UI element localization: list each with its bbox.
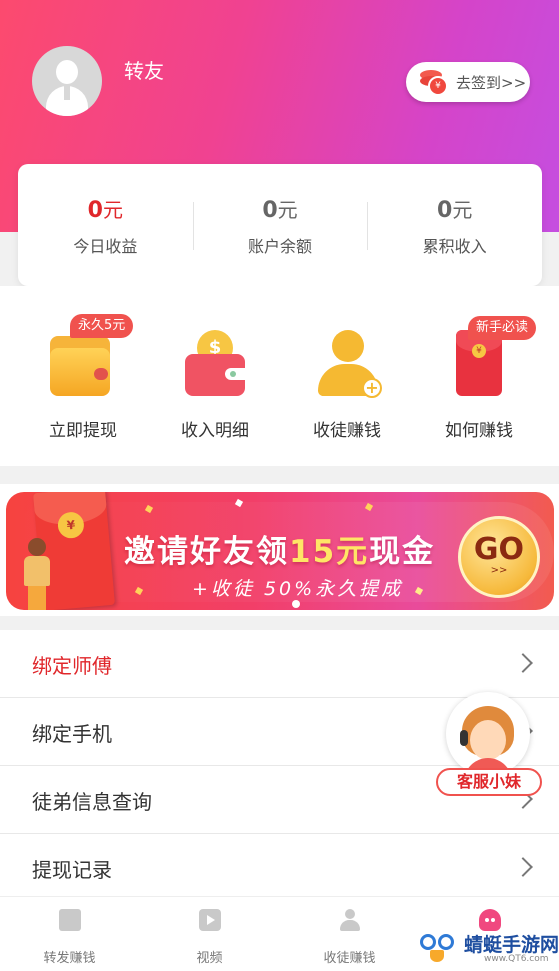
watermark-url: www.QT6.com [484,954,549,964]
nav-label: 转发赚钱 [43,951,96,966]
menu-label: 绑定师傅 [32,654,112,678]
nav-label: 收徒赚钱 [323,951,376,966]
add-disciple-icon: + [318,330,384,398]
avatar[interactable] [32,46,102,116]
watermark-text: 蜻蜓手游网 [464,934,559,956]
nav-share-earn[interactable]: 转发赚钱 [0,897,139,971]
earnings-card: 0元 今日收益 0元 账户余额 0元 累积收入 [18,164,542,286]
chevron-right-icon [513,857,533,877]
badge-permanent: 永久5元 [70,314,134,338]
coins-icon: ¥ [420,70,450,96]
checkin-label: 去签到>> [456,73,527,92]
badge-newbie: 新手必读 [468,316,537,340]
menu-label: 绑定手机 [32,722,112,746]
stat-today-earnings[interactable]: 0元 今日收益 [18,194,193,257]
menu-label: 提现记录 [32,858,112,882]
stat-value: 0元 [87,197,123,223]
dragonfly-logo-icon [418,930,458,964]
stat-label: 累积收入 [422,236,487,256]
carousel-dot[interactable] [292,600,300,608]
invite-banner[interactable]: ¥ 邀请好友领15元现金 +收徒 50%永久提成 GO >> [6,492,554,610]
menu-bind-master[interactable]: 绑定师傅 [0,630,559,698]
stat-value: 0元 [262,197,298,223]
stat-label: 今日收益 [73,236,138,256]
stat-total-income[interactable]: 0元 累积收入 [367,194,542,257]
user-icon [339,909,361,931]
action-label: 如何赚钱 [445,421,513,441]
quick-actions: 永久5元 立即提现 $ 收入明细 + 收徒赚钱 ¥ 新手必读 如何赚钱 [0,286,559,466]
menu-withdraw-records[interactable]: 提现记录 [0,834,559,902]
stat-value: 0元 [437,197,473,223]
nav-recruit[interactable]: 收徒赚钱 [280,897,419,971]
action-label: 收徒赚钱 [313,421,381,441]
nav-video[interactable]: 视频 [140,897,279,971]
customer-service-avatar-icon [446,692,530,776]
banner-title: 邀请好友领15元现金 [124,534,436,570]
video-icon [199,909,221,931]
wallet-icon [50,336,110,396]
site-watermark: 蜻蜓手游网 www.QT6.com [418,928,559,968]
customer-service-label: 客服小妹 [436,768,542,796]
username: 转友 [124,59,164,83]
promo-banner-container: ¥ 邀请好友领15元现金 +收徒 50%永久提成 GO >> [0,484,559,616]
stat-label: 账户余额 [248,236,313,256]
nav-label: 视频 [196,951,223,966]
customer-service-float[interactable]: 客服小妹 [436,692,542,800]
go-button[interactable]: GO >> [458,516,540,598]
article-icon [59,909,81,931]
income-wallet-icon: $ [185,330,245,396]
checkin-button[interactable]: ¥ 去签到>> [406,62,530,102]
chevron-right-icon [513,653,533,673]
banner-subtitle: +收徒 50%永久提成 [192,578,404,600]
action-label: 立即提现 [49,421,117,441]
stat-account-balance[interactable]: 0元 账户余额 [192,194,368,257]
menu-label: 徒弟信息查询 [32,790,152,814]
banner-person-illustration [20,538,54,610]
action-label: 收入明细 [181,421,249,441]
